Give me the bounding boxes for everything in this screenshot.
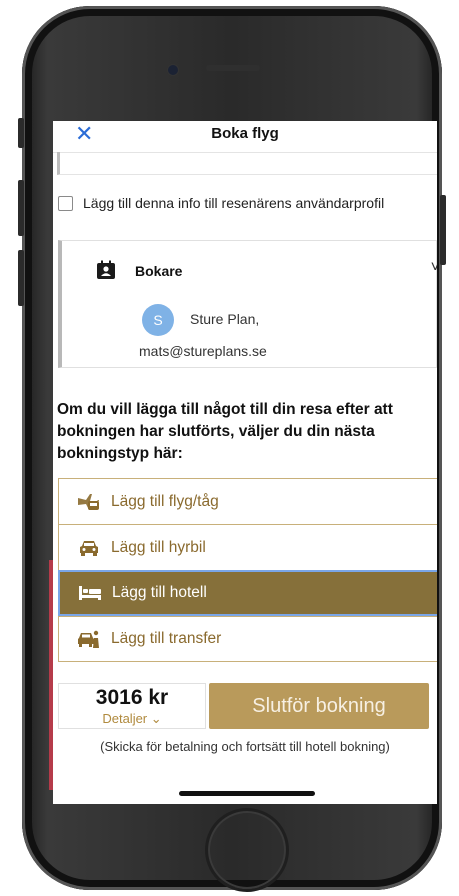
option-add-flight-train[interactable]: Lägg till flyg/tåg	[58, 478, 437, 524]
volume-down-button	[18, 250, 24, 306]
payment-hint: (Skicka för betalning och fortsätt till …	[100, 739, 390, 754]
option-label: Lägg till hotell	[112, 584, 207, 601]
complete-booking-button[interactable]: Slutför bokning	[209, 683, 429, 729]
profile-checkbox-row[interactable]: Lägg till denna info till resenärens anv…	[58, 193, 384, 213]
summary-bar: 3016 kr Detaljer ⌄ Slutför bokning	[58, 683, 437, 729]
option-add-transfer[interactable]: Lägg till transfer	[58, 616, 437, 662]
details-toggle[interactable]: Detaljer ⌄	[59, 711, 205, 727]
front-camera	[167, 64, 179, 76]
next-booking-info: Om du vill lägga till något till din res…	[57, 401, 393, 462]
option-add-hotel[interactable]: Lägg till hotell	[58, 570, 437, 616]
power-button	[440, 195, 446, 265]
volume-up-button	[18, 180, 24, 236]
previous-card-edge	[57, 152, 437, 175]
home-button[interactable]	[205, 808, 289, 892]
profile-checkbox[interactable]	[58, 195, 73, 211]
price-box: 3016 kr Detaljer ⌄	[58, 683, 206, 729]
booking-type-options: Lägg till flyg/tåg Lägg till hyrbil Lägg…	[58, 478, 437, 662]
bed-icon	[78, 582, 102, 604]
booker-email: mats@stureplans.se	[139, 343, 267, 359]
car-icon	[77, 537, 101, 559]
transfer-icon	[77, 628, 101, 650]
contact-card-icon	[97, 260, 115, 279]
option-label: Lägg till transfer	[111, 630, 222, 647]
booker-name: Sture Plan,	[190, 311, 260, 327]
total-price: 3016 kr	[95, 686, 169, 709]
option-add-rental-car[interactable]: Lägg till hyrbil	[58, 524, 437, 570]
app-screen: ✕ Boka flyg Lägg till denna info till re…	[53, 121, 437, 804]
page-title: Boka flyg	[211, 125, 279, 142]
home-indicator	[179, 791, 315, 796]
mute-switch	[18, 118, 24, 148]
top-bar: ✕ Boka flyg	[53, 121, 437, 153]
booker-card: Bokare ˅ S Sture Plan, mats@stureplans.s…	[58, 240, 437, 368]
booker-title: Bokare	[135, 263, 183, 279]
chevron-down-icon[interactable]: ˅	[431, 259, 437, 277]
option-label: Lägg till hyrbil	[111, 538, 206, 556]
profile-checkbox-label: Lägg till denna info till resenärens anv…	[83, 195, 385, 211]
earpiece-speaker	[206, 65, 260, 71]
avatar: S	[142, 304, 174, 336]
plane-train-icon	[77, 491, 101, 513]
option-label: Lägg till flyg/tåg	[111, 492, 219, 510]
